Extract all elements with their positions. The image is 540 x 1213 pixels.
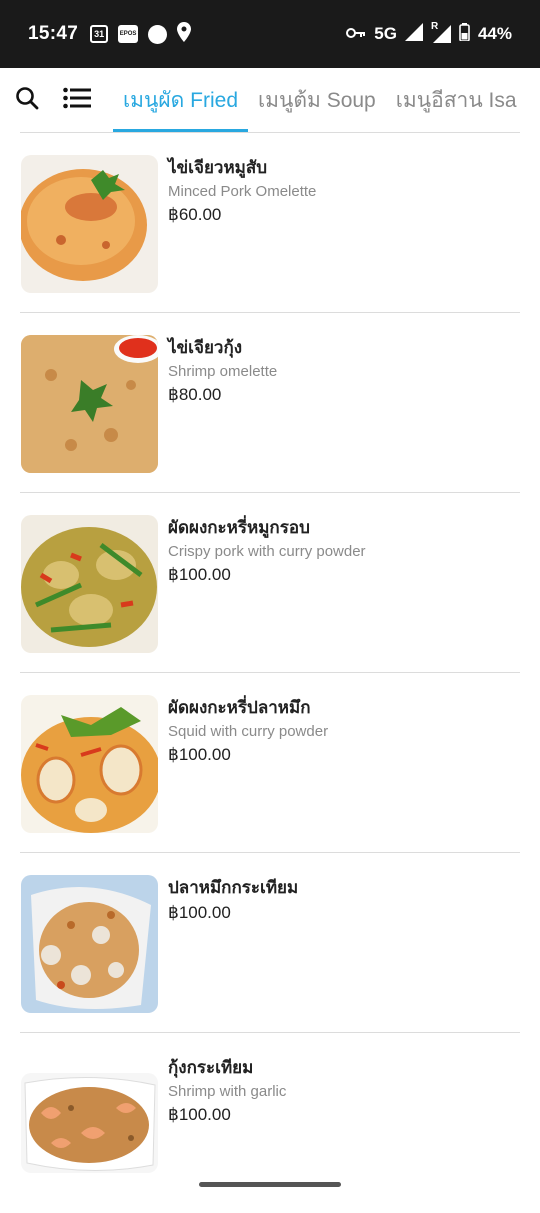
tab-fried[interactable]: เมนูผัด Fried bbox=[113, 68, 248, 132]
food-photo bbox=[21, 695, 158, 833]
category-toolbar: เมนูผัด Fried เมนูต้ม Soup เมนูอีสาน Isa bbox=[0, 68, 540, 132]
item-price: ฿60.00 bbox=[168, 205, 222, 224]
item-name: ปลาหมึกกระเทียม bbox=[168, 878, 299, 898]
item-price: ฿100.00 bbox=[168, 565, 231, 584]
item-description: Squid with curry powder bbox=[168, 723, 329, 740]
item-name: ไข่เจียวหมูสับ bbox=[168, 158, 268, 178]
item-price: ฿100.00 bbox=[168, 1105, 231, 1124]
signal-icon bbox=[404, 22, 423, 46]
search-icon bbox=[15, 86, 39, 114]
home-indicator[interactable] bbox=[199, 1182, 341, 1187]
search-button[interactable] bbox=[8, 81, 46, 119]
menu-item[interactable]: ปลาหมึกกระเทียม ฿100.00 bbox=[20, 853, 520, 1033]
menu-item[interactable]: ไข่เจียวหมูสับ Minced Pork Omelette ฿60.… bbox=[20, 133, 520, 313]
food-photo bbox=[21, 1073, 158, 1173]
item-description: Shrimp with garlic bbox=[168, 1083, 287, 1100]
roaming-label: R bbox=[430, 21, 439, 32]
status-time: 15:47 bbox=[28, 23, 79, 44]
item-description: Shrimp omelette bbox=[168, 363, 278, 380]
menu-item[interactable]: ไข่เจียวกุ้ง Shrimp omelette ฿80.00 bbox=[20, 313, 520, 493]
item-name: ผัดผงกะหรี่หมูกรอบ bbox=[168, 518, 310, 538]
food-photo bbox=[21, 155, 158, 293]
category-tabs: เมนูผัด Fried เมนูต้ม Soup เมนูอีสาน Isa bbox=[113, 68, 527, 132]
notification-dot-icon bbox=[148, 24, 168, 44]
food-photo bbox=[21, 335, 158, 473]
category-list-button[interactable] bbox=[58, 81, 96, 119]
vpn-key-icon bbox=[346, 24, 366, 44]
food-photo bbox=[21, 875, 158, 1013]
item-name: ผัดผงกะหรี่ปลาหมึก bbox=[168, 698, 311, 718]
item-price: ฿80.00 bbox=[168, 385, 222, 404]
battery-icon bbox=[459, 22, 470, 46]
list-menu-icon bbox=[63, 87, 91, 113]
menu-item[interactable]: ผัดผงกะหรี่หมูกรอบ Crispy pork with curr… bbox=[20, 493, 520, 673]
item-description: Crispy pork with curry powder bbox=[168, 543, 366, 560]
network-type: 5G bbox=[374, 24, 397, 43]
tab-soup[interactable]: เมนูต้ม Soup bbox=[248, 68, 386, 132]
calendar-icon: 31 bbox=[90, 25, 109, 43]
tab-isan[interactable]: เมนูอีสาน Isa bbox=[386, 68, 527, 132]
location-icon bbox=[177, 22, 192, 46]
roaming-signal-icon: R bbox=[431, 21, 451, 43]
item-description: Minced Pork Omelette bbox=[168, 183, 317, 200]
item-name: ไข่เจียวกุ้ง bbox=[168, 338, 243, 358]
item-price: ฿100.00 bbox=[168, 903, 231, 922]
item-name: กุ้งกระเทียม bbox=[168, 1058, 254, 1078]
menu-item[interactable]: ผัดผงกะหรี่ปลาหมึก Squid with curry powd… bbox=[20, 673, 520, 853]
epos-icon: EPOS bbox=[118, 25, 139, 43]
status-bar: 15:47 31 EPOS 5G R 44% bbox=[0, 0, 540, 68]
battery-percent: 44% bbox=[477, 24, 512, 43]
menu-list: ไข่เจียวหมูสับ Minced Pork Omelette ฿60.… bbox=[20, 133, 520, 1213]
food-photo bbox=[21, 515, 158, 653]
item-price: ฿100.00 bbox=[168, 745, 231, 764]
